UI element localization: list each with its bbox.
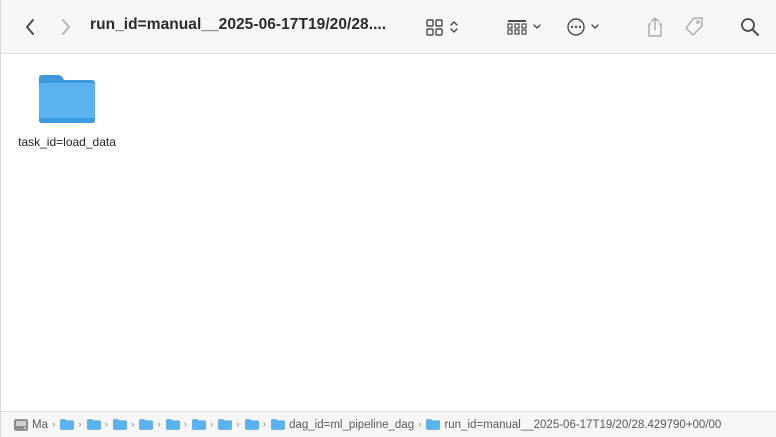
path-segment-label: run_id=manual__2025-06-17T19/20/28.42979… (444, 418, 722, 431)
tag-button[interactable] (682, 13, 706, 41)
path-segment-label: dag_id=ml_pipeline_dag (289, 418, 415, 431)
folder-icon (86, 419, 101, 430)
grid-view-icon (426, 19, 458, 36)
finder-window: run_id=manual__2025-06-17T19/20/28.... t… (0, 0, 776, 437)
share-button[interactable] (643, 13, 667, 41)
group-by-icon (507, 20, 541, 35)
path-separator: › (131, 419, 135, 430)
toolbar: run_id=manual__2025-06-17T19/20/28.... (1, 0, 776, 54)
path-segment-folder[interactable] (165, 419, 180, 430)
path-segment-run[interactable]: run_id=manual__2025-06-17T19/20/28.42979… (426, 419, 721, 431)
folder-icon (60, 419, 75, 430)
path-separator: › (157, 419, 161, 430)
forward-button[interactable] (55, 13, 77, 41)
window-title: run_id=manual__2025-06-17T19/20/28.... (90, 16, 387, 33)
path-segment-folder[interactable] (113, 419, 127, 430)
path-segment-label: Ma (32, 418, 48, 431)
folder-icon (271, 419, 285, 430)
view-options-button[interactable] (423, 13, 463, 41)
path-segment-folder[interactable] (218, 419, 233, 430)
path-separator: › (418, 419, 422, 430)
back-button[interactable] (19, 13, 41, 41)
folder-name: task_id=load_data (18, 135, 116, 149)
search-button[interactable] (738, 13, 762, 41)
path-segment-folder[interactable] (244, 419, 259, 430)
chevron-left-icon (26, 19, 34, 35)
path-segment-folder[interactable] (192, 419, 206, 430)
ellipsis-circle-icon (567, 18, 599, 36)
path-separator: › (183, 419, 188, 430)
folder-icon (426, 419, 441, 430)
folder-icon (218, 419, 233, 430)
tag-icon (685, 17, 703, 36)
disk-icon (14, 418, 28, 431)
file-browser-area: task_id=load_data (1, 54, 776, 411)
folder-icon (113, 419, 127, 430)
path-segment-dag[interactable]: dag_id=ml_pipeline_dag (271, 419, 414, 431)
folder-icon (139, 419, 154, 430)
group-by-button[interactable] (505, 13, 545, 41)
path-separator: › (51, 419, 56, 430)
share-icon (648, 17, 662, 37)
path-segment-folder[interactable] (86, 419, 101, 430)
folder-icon (39, 75, 95, 123)
path-segment-folder[interactable] (139, 419, 154, 430)
path-bar: Ma › › › › › › › › › dag_id=ml_pipeline_… (1, 411, 776, 437)
folder-item[interactable]: task_id=load_data (15, 72, 119, 150)
folder-icon (192, 419, 206, 430)
path-separator: › (104, 419, 109, 430)
folder-icon (165, 419, 180, 430)
chevron-right-icon (62, 19, 70, 35)
path-segment-folder[interactable] (60, 419, 75, 430)
path-separator: › (236, 419, 240, 430)
folder-icon (244, 419, 259, 430)
path-separator: › (262, 419, 267, 430)
path-separator: › (210, 419, 214, 430)
action-menu-button[interactable] (564, 13, 604, 41)
path-separator: › (78, 419, 82, 430)
path-segment-disk[interactable]: Ma (14, 419, 48, 431)
search-icon (741, 18, 759, 36)
